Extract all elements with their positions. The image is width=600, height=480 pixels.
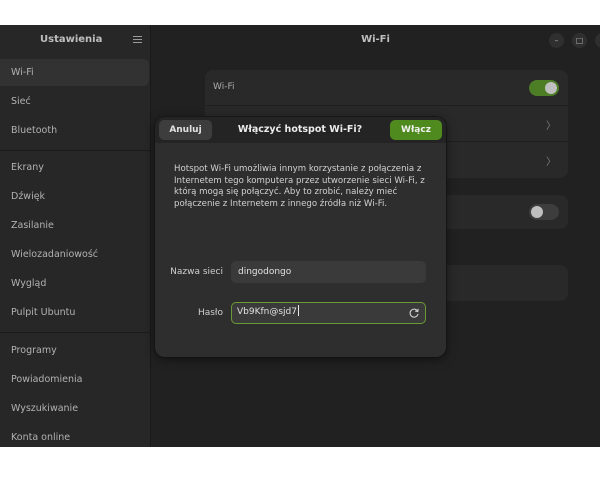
network-name-field[interactable]: dingodongo <box>231 261 426 283</box>
settings-window: Ustawienia Wi-Fi Sieć Bluetooth Ekrany D… <box>0 25 600 447</box>
password-value: Vb9Kfn@sjd7 <box>237 307 297 317</box>
network-name-value: dingodongo <box>238 267 292 277</box>
password-label: Hasło <box>197 308 223 318</box>
refresh-icon[interactable] <box>408 307 420 319</box>
cancel-button[interactable]: Anuluj <box>159 120 212 140</box>
text-caret <box>298 305 299 316</box>
network-name-label: Nazwa sieci <box>170 267 223 277</box>
password-field[interactable]: Vb9Kfn@sjd7 <box>231 302 426 324</box>
dialog-description: Hotspot Wi-Fi umożliwia innym korzystani… <box>174 164 425 209</box>
hotspot-dialog: Anuluj Włączyć hotspot Wi-Fi? Włącz Hots… <box>155 117 446 357</box>
enable-button[interactable]: Włącz <box>390 120 442 140</box>
dialog-title: Włączyć hotspot Wi-Fi? <box>237 124 363 135</box>
dialog-header: Anuluj Włączyć hotspot Wi-Fi? Włącz <box>155 117 446 143</box>
